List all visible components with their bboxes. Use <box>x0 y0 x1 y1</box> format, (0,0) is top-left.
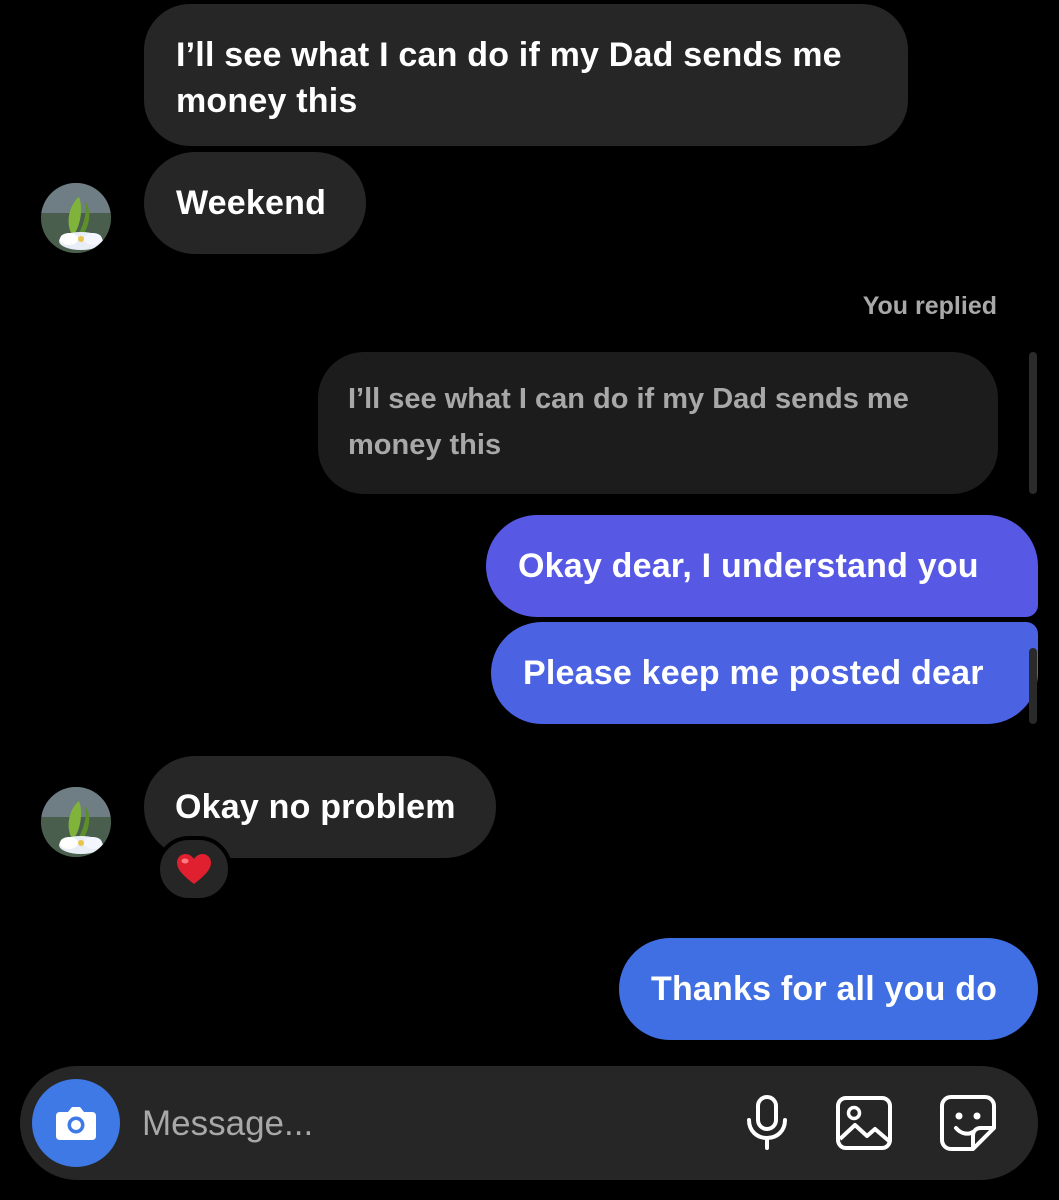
camera-icon <box>56 1107 96 1140</box>
contact-avatar[interactable] <box>41 183 111 253</box>
quoted-reply-bubble[interactable]: I’ll see what I can do if my Dad sends m… <box>318 352 998 494</box>
message-text: Thanks for all you do <box>651 970 998 1008</box>
gallery-button[interactable] <box>833 1092 895 1154</box>
message-text: Okay dear, I understand you <box>518 547 979 585</box>
outgoing-message-bubble[interactable]: Thanks for all you do <box>619 938 1038 1040</box>
message-text: Okay no problem <box>175 788 456 826</box>
reply-label: You replied <box>862 292 997 320</box>
message-text: Weekend <box>176 184 327 222</box>
avatar-image <box>41 183 111 253</box>
heart-icon <box>177 854 211 884</box>
message-text: I’ll see what I can do if my Dad sends m… <box>176 36 842 120</box>
outgoing-message-bubble[interactable]: Okay dear, I understand you <box>486 515 1038 617</box>
contact-avatar[interactable] <box>41 787 111 857</box>
reply-scroll-indicator <box>1029 648 1037 724</box>
message-text: Please keep me posted dear <box>523 654 984 692</box>
incoming-message-bubble[interactable]: Weekend <box>144 152 366 254</box>
message-input[interactable] <box>142 1096 702 1152</box>
heart-reaction[interactable] <box>156 836 232 902</box>
avatar-image <box>41 787 111 857</box>
reply-scroll-indicator <box>1029 352 1037 494</box>
microphone-button[interactable] <box>736 1092 798 1154</box>
sticker-button[interactable] <box>937 1092 999 1154</box>
outgoing-message-bubble[interactable]: Please keep me posted dear <box>491 622 1038 724</box>
camera-button[interactable] <box>32 1079 120 1167</box>
microphone-icon <box>747 1095 787 1150</box>
message-composer <box>20 1066 1038 1180</box>
sticker-icon <box>940 1095 996 1151</box>
gallery-icon <box>836 1096 892 1150</box>
quoted-text: I’ll see what I can do if my Dad sends m… <box>348 383 909 461</box>
incoming-message-bubble[interactable]: I’ll see what I can do if my Dad sends m… <box>144 4 908 146</box>
